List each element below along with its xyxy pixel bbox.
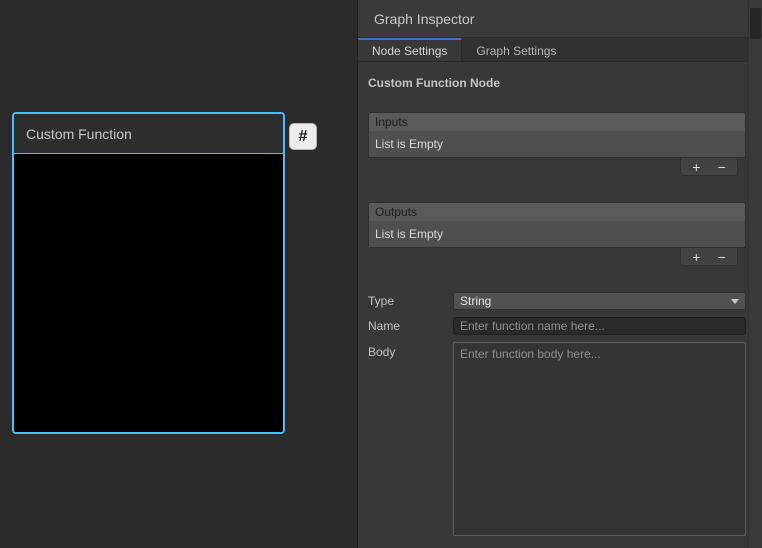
tab-node-settings-label: Node Settings [372, 44, 447, 58]
hash-badge-icon[interactable]: # [289, 123, 317, 150]
outputs-add-button[interactable]: + [686, 250, 706, 264]
inputs-add-button[interactable]: + [686, 160, 706, 174]
outputs-empty-row: List is Empty [368, 221, 746, 248]
inspector-title: Graph Inspector [374, 11, 474, 27]
inputs-list-header: Inputs [368, 112, 746, 131]
body-label: Body [368, 345, 453, 359]
function-name-input[interactable] [453, 317, 746, 335]
node-title: Custom Function [26, 126, 132, 142]
scrollbar-thumb[interactable] [750, 8, 761, 39]
function-body-input[interactable] [453, 342, 746, 536]
inspector-content: Custom Function Node Inputs List is Empt… [358, 62, 762, 536]
inspector-scrollbar[interactable] [748, 0, 762, 548]
inputs-empty-row: List is Empty [368, 131, 746, 158]
custom-function-node[interactable]: Custom Function [12, 112, 285, 434]
inputs-list-footer: + − [368, 158, 746, 176]
outputs-list-title: Outputs [375, 205, 417, 219]
inputs-list-title: Inputs [375, 115, 408, 129]
node-title-bar[interactable]: Custom Function [14, 114, 283, 154]
shader-graph-canvas: Custom Function # Graph Inspector Node S… [0, 0, 762, 548]
type-label: Type [368, 294, 453, 308]
name-label: Name [368, 319, 453, 333]
inspector-header[interactable]: Graph Inspector [358, 0, 762, 38]
outputs-list-buttons: + − [680, 248, 738, 266]
outputs-remove-button[interactable]: − [712, 250, 732, 264]
type-dropdown-value: String [460, 294, 491, 308]
hash-badge-label: # [299, 128, 308, 146]
outputs-list-footer: + − [368, 248, 746, 266]
node-preview-area [14, 154, 283, 432]
type-row: Type String [368, 292, 746, 310]
inspector-tab-bar: Node Settings Graph Settings [358, 38, 762, 62]
graph-inspector-panel: Graph Inspector Node Settings Graph Sett… [357, 0, 762, 548]
node-section-title: Custom Function Node [368, 76, 746, 90]
outputs-list-header: Outputs [368, 202, 746, 221]
tab-graph-settings[interactable]: Graph Settings [462, 38, 570, 61]
inputs-list: Inputs List is Empty + − [368, 112, 746, 176]
outputs-empty-label: List is Empty [375, 227, 443, 241]
outputs-list: Outputs List is Empty + − [368, 202, 746, 266]
inputs-list-buttons: + − [680, 158, 738, 176]
tab-graph-settings-label: Graph Settings [476, 44, 556, 58]
name-row: Name [368, 317, 746, 335]
type-dropdown[interactable]: String [453, 292, 746, 310]
body-row: Body [368, 342, 746, 536]
inputs-remove-button[interactable]: − [712, 160, 732, 174]
tab-node-settings[interactable]: Node Settings [358, 38, 462, 61]
chevron-down-icon [731, 299, 739, 304]
inputs-empty-label: List is Empty [375, 137, 443, 151]
